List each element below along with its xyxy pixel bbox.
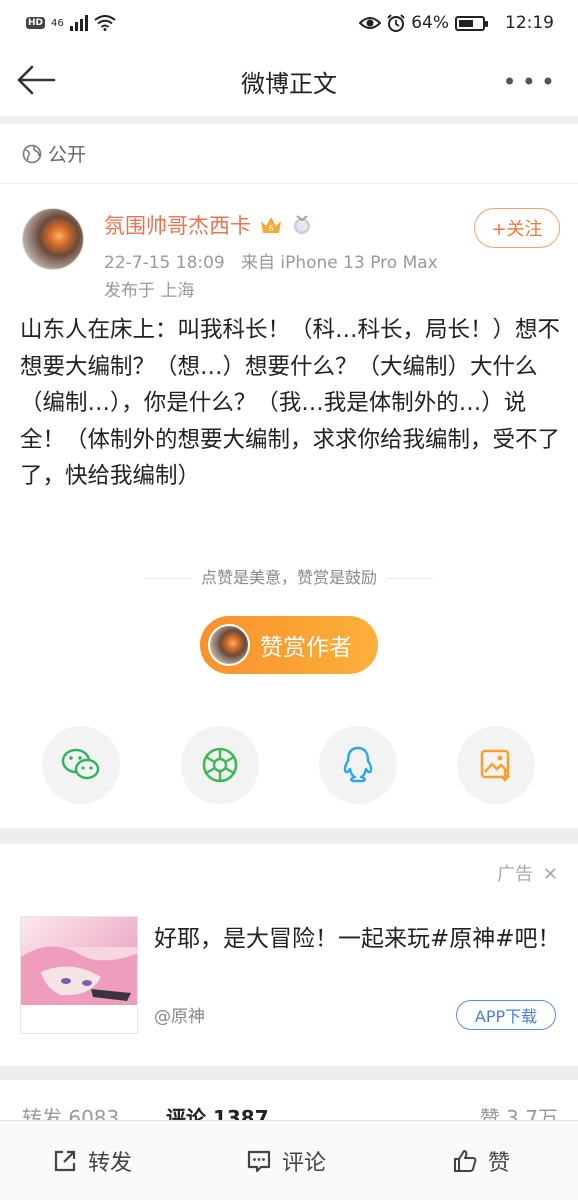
like-button[interactable]: 赞	[452, 1145, 510, 1177]
post-location: 发布于 上海	[104, 281, 195, 301]
eye-icon	[359, 17, 382, 29]
author-row: 氛围帅哥杰西卡 6 22-7-15 18:09 来自 iPhone 13 Pro…	[22, 208, 560, 301]
status-bar: HD 46 64% 12:19	[0, 0, 578, 46]
visibility-row: 公开	[0, 124, 578, 184]
wechat-share-button[interactable]	[42, 726, 120, 804]
ad-source: @原神	[154, 1007, 205, 1027]
share-out-icon	[54, 1150, 76, 1172]
comment-icon	[247, 1150, 271, 1173]
signal-icon	[69, 15, 88, 31]
post-card: 公开 氛围帅哥杰西卡 6 22-7-15 18:09 来自 iPhone 13 …	[0, 124, 578, 828]
thumbs-up-icon	[454, 1150, 477, 1172]
post-meta: 22-7-15 18:09 来自 iPhone 13 Pro Max	[104, 248, 438, 273]
battery-fill	[459, 19, 473, 27]
stats-row: 转发 6083 评论 1387 赞 3.7万	[0, 1080, 578, 1124]
ad-label-row: 广告 ✕	[497, 860, 558, 886]
ad-title[interactable]: 好耶，是大冒险！一起来玩#原神#吧！	[154, 922, 562, 956]
close-icon[interactable]: ✕	[543, 864, 558, 885]
wechat-icon	[61, 748, 100, 780]
network-type: 46	[51, 17, 64, 29]
like-label: 赞	[488, 1151, 511, 1176]
moments-share-button[interactable]	[181, 726, 259, 804]
visibility-label: 公开	[48, 144, 87, 166]
bottom-action-bar: 转发 评论 赞	[0, 1120, 578, 1200]
qq-share-button[interactable]	[319, 726, 397, 804]
post-timestamp: 22-7-15 18:09	[104, 253, 225, 273]
divider-line	[387, 578, 433, 579]
moments-icon	[202, 747, 238, 783]
ad-label: 广告	[497, 864, 534, 885]
share-row	[0, 726, 578, 806]
post-source: 来自 iPhone 13 Pro Max	[240, 253, 438, 273]
reward-label: 赞赏作者	[260, 635, 352, 661]
divider	[0, 1066, 578, 1080]
alarm-icon	[387, 14, 405, 32]
medal-icon	[294, 215, 310, 234]
globe-icon	[22, 144, 42, 163]
battery-icon	[455, 15, 488, 31]
status-right: 64% 12:19	[359, 13, 554, 33]
encourage-row: 点赞是美意，赞赏是鼓励	[0, 564, 578, 588]
page-title: 微博正文	[241, 69, 337, 98]
ad-thumbnail[interactable]	[20, 916, 138, 1034]
reward-author-button[interactable]: 赞赏作者	[200, 616, 378, 674]
post-text: 山东人在床上：叫我科长！（科…科长，局长！）想不想要大编制？（想…）想要什么？（…	[20, 317, 561, 489]
more-icon[interactable]: •••	[503, 68, 560, 96]
save-image-icon	[480, 749, 510, 782]
svg-text:6: 6	[268, 224, 273, 233]
wifi-icon	[94, 15, 116, 31]
author-name[interactable]: 氛围帅哥杰西卡	[104, 210, 251, 240]
vip-crown-icon: 6	[261, 217, 281, 233]
author-name-row: 氛围帅哥杰西卡 6	[104, 210, 313, 240]
repost-button[interactable]: 转发	[52, 1145, 132, 1177]
anime-character-image	[21, 946, 137, 1033]
comment-button[interactable]: 评论	[246, 1145, 326, 1177]
save-image-share-button[interactable]	[457, 726, 535, 804]
divider	[0, 828, 578, 844]
qq-icon	[343, 746, 373, 783]
nav-header: 微博正文 •••	[0, 46, 578, 116]
battery-percent: 64%	[411, 13, 449, 33]
encourage-text: 点赞是美意，赞赏是鼓励	[200, 568, 377, 587]
comment-label: 评论	[282, 1151, 327, 1176]
repost-label: 转发	[88, 1151, 133, 1176]
reward-avatar	[208, 624, 250, 666]
avatar[interactable]	[22, 208, 84, 270]
clock: 12:19	[505, 13, 554, 33]
divider	[0, 116, 578, 124]
hd-icon: HD	[26, 17, 46, 29]
back-arrow-icon[interactable]	[14, 62, 58, 98]
follow-button[interactable]: +关注	[474, 208, 560, 248]
divider-line	[144, 578, 191, 579]
ad-card[interactable]: 广告 ✕ 好耶，是大冒险！一起来玩#原神#吧！ @原神 APP下载	[0, 844, 578, 1066]
app-download-button[interactable]: APP下载	[456, 1000, 556, 1030]
status-left: HD 46	[26, 15, 116, 31]
